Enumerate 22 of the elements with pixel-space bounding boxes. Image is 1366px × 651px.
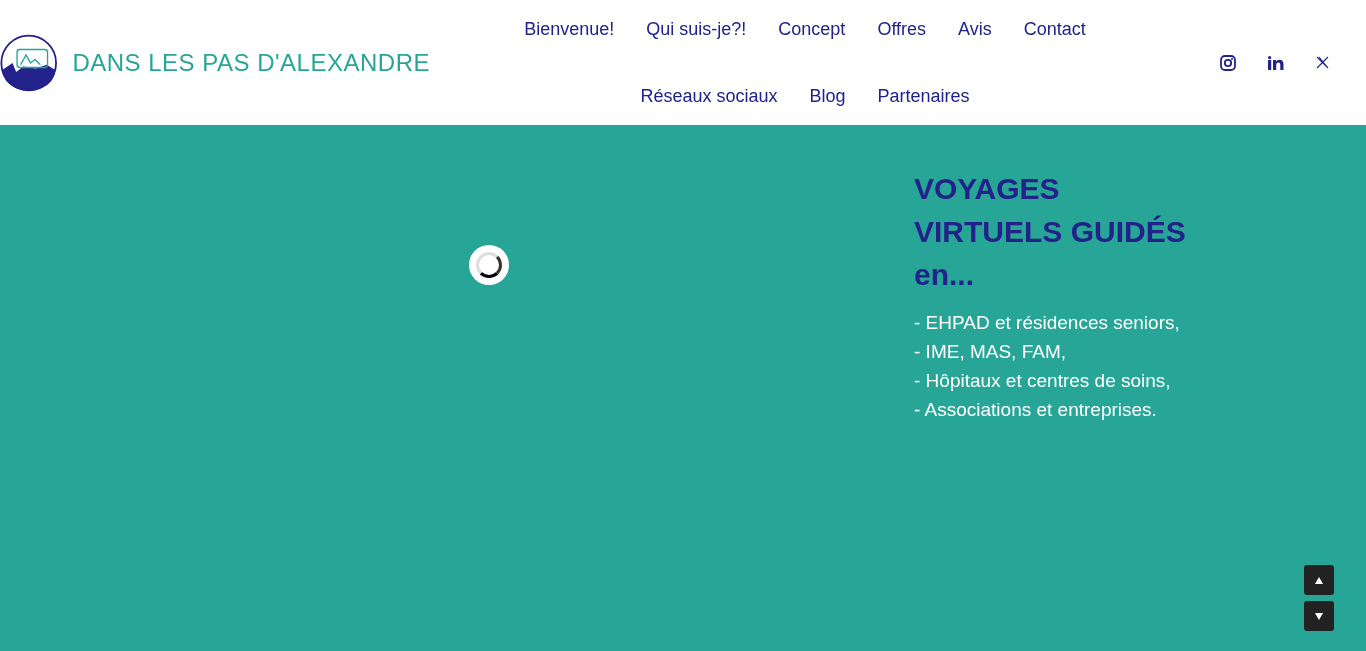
loading-spinner-icon bbox=[469, 245, 509, 285]
nav-link[interactable]: Avis bbox=[942, 15, 1008, 43]
nav-link[interactable]: Contact bbox=[1007, 15, 1102, 43]
nav-link[interactable]: Bienvenue! bbox=[508, 15, 631, 43]
nav-link[interactable]: Blog bbox=[793, 82, 862, 110]
nav-link[interactable]: Réseaux sociaux bbox=[624, 82, 794, 110]
triangle-up-icon bbox=[1315, 576, 1323, 584]
nav-link[interactable]: Offres bbox=[861, 15, 943, 43]
triangle-down-icon bbox=[1315, 612, 1323, 620]
linkedin-icon[interactable] bbox=[1268, 55, 1284, 70]
list-item: - Hôpitaux et centres de soins, bbox=[914, 369, 1172, 393]
scroll-down-button[interactable] bbox=[1304, 601, 1334, 631]
hero-heading: VOYAGES VIRTUELS GUIDÉS en... bbox=[914, 171, 1187, 293]
scroll-up-button[interactable] bbox=[1304, 565, 1334, 595]
nav-link[interactable]: Qui suis-je?! bbox=[630, 15, 763, 43]
list-item: - Associations et entreprises. bbox=[914, 398, 1158, 422]
nav-link[interactable]: Concept bbox=[762, 15, 862, 43]
x-logo-icon[interactable] bbox=[1316, 56, 1329, 69]
list-item: - EHPAD et résidences seniors, bbox=[914, 311, 1181, 335]
instagram-icon[interactable] bbox=[1220, 54, 1236, 71]
nav-link[interactable]: Partenaires bbox=[861, 82, 986, 110]
list-item: - IME, MAS, FAM, bbox=[914, 340, 1067, 364]
